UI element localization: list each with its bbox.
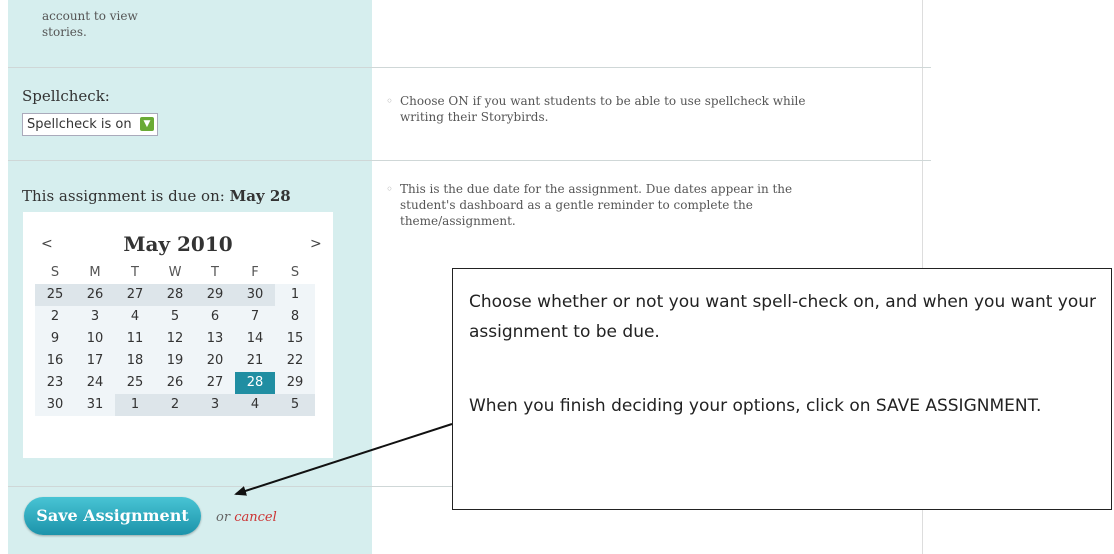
callout-arrow — [234, 423, 453, 496]
